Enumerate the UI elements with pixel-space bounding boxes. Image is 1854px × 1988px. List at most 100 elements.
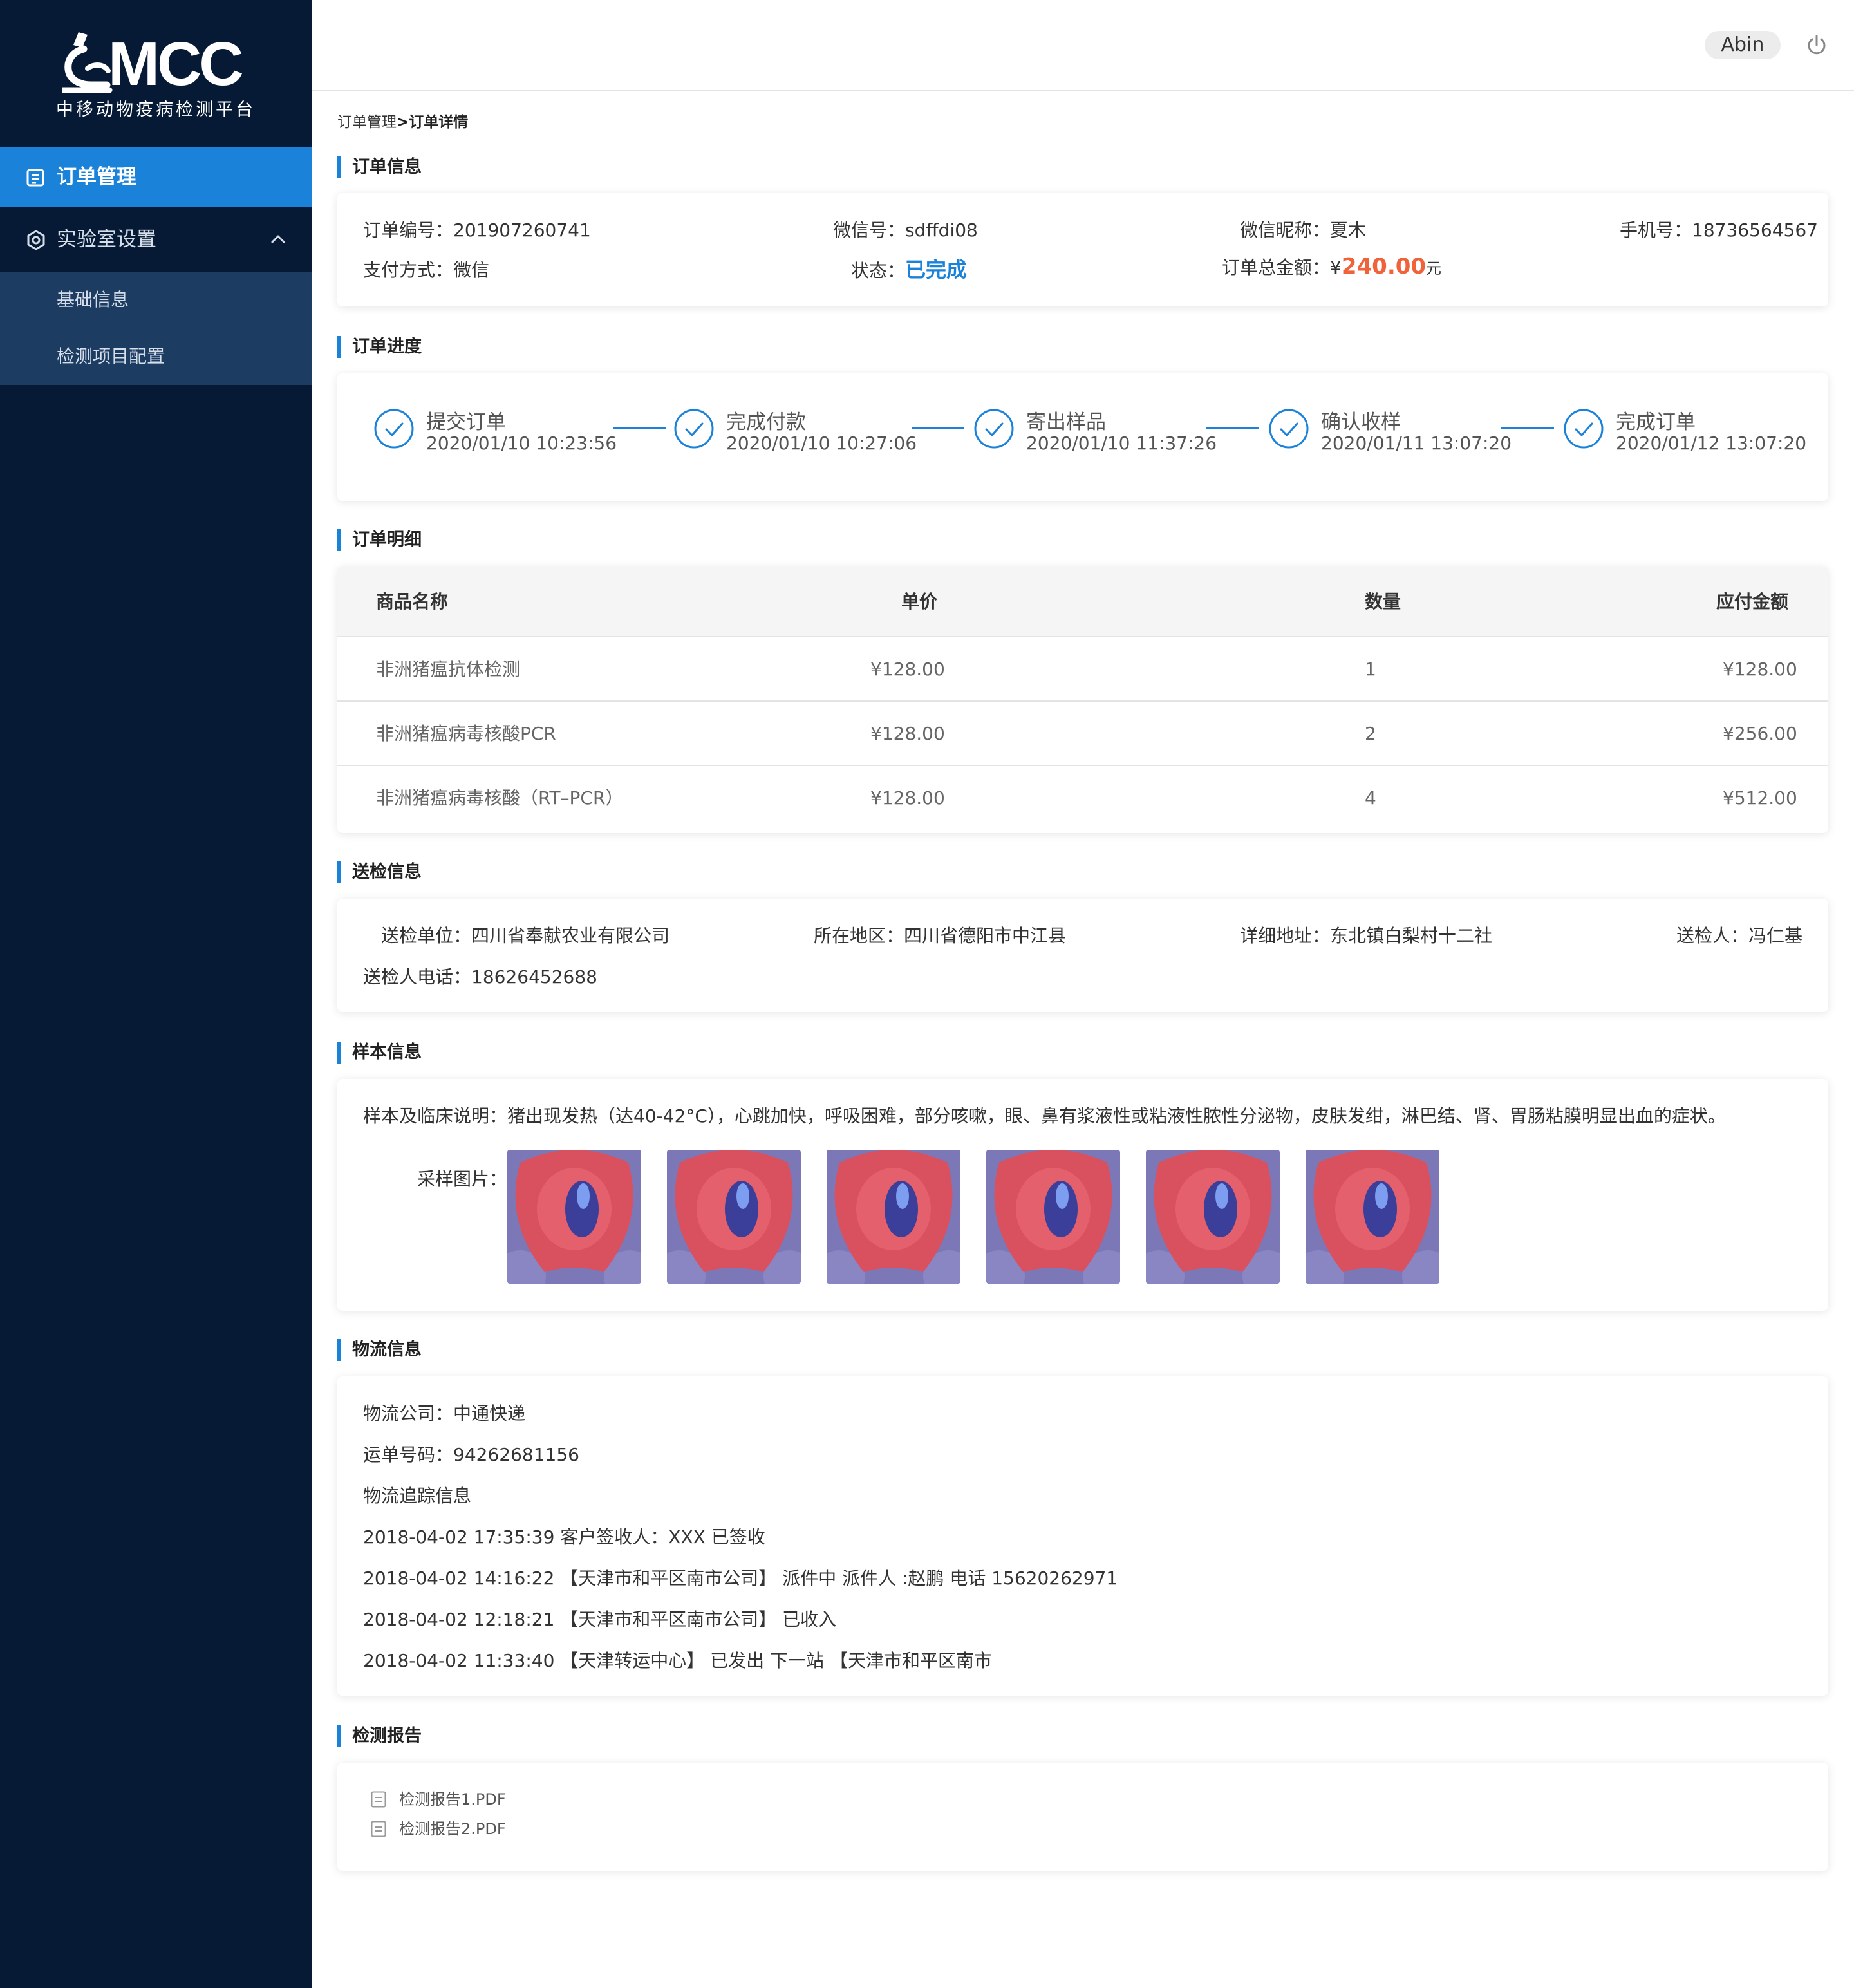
tracking-entry: 2018-04-02 11:33:40 【天津转运中心】 已发出 下一站 【天津… bbox=[363, 1650, 992, 1671]
column-header-name: 商品名称 bbox=[376, 591, 449, 612]
cell-name: 非洲猪瘟病毒核酸（RT–PCR） bbox=[376, 787, 624, 809]
cell-price: ¥128.00 bbox=[870, 659, 945, 680]
check-circle-icon bbox=[674, 409, 714, 449]
platform-name: 中移动物疫病检测平台 bbox=[56, 100, 256, 120]
detailed-address: 详细地址：东北镇白梨村十二社 bbox=[1240, 925, 1493, 946]
sample-image[interactable] bbox=[1146, 1150, 1280, 1284]
logo[interactable]: MCC 中移动物疫病检测平台 bbox=[0, 19, 312, 129]
step-name: 完成付款 bbox=[726, 411, 806, 434]
logistics-card: 物流公司：中通快递 运单号码：94262681156 物流追踪信息 2018-0… bbox=[337, 1376, 1828, 1696]
check-circle-icon bbox=[1269, 409, 1309, 449]
sample-image[interactable] bbox=[507, 1150, 641, 1284]
status-badge: 已完成 bbox=[905, 258, 968, 282]
sample-image[interactable] bbox=[827, 1150, 960, 1284]
sample-image[interactable] bbox=[1306, 1150, 1439, 1284]
nav-group-label: 实验室设置 bbox=[57, 228, 156, 251]
section-title-progress: 订单进度 bbox=[337, 336, 422, 358]
logistics-company: 物流公司：中通快递 bbox=[363, 1403, 526, 1424]
check-circle-icon bbox=[374, 409, 414, 449]
tracking-entry: 2018-04-02 17:35:39 客户签收人：XXX 已签收 bbox=[363, 1526, 765, 1548]
step-time: 2020/01/10 10:27:06 bbox=[726, 433, 917, 454]
file-icon bbox=[371, 1791, 386, 1808]
file-icon bbox=[371, 1821, 386, 1837]
order-status: 状态：已完成 bbox=[851, 258, 968, 282]
step-name: 寄出样品 bbox=[1026, 411, 1106, 434]
section-title-details: 订单明细 bbox=[337, 529, 422, 551]
column-header-qty: 数量 bbox=[1365, 591, 1401, 612]
nav-subitem-test-config[interactable]: 检测项目配置 bbox=[57, 328, 165, 385]
sidebar: MCC 中移动物疫病检测平台 订单管理 实验室设置 基础信息 检测项目配置 bbox=[0, 0, 312, 1988]
table-header: 商品名称 单价 数量 应付金额 bbox=[337, 567, 1828, 637]
tracking-entry: 2018-04-02 12:18:21 【天津市和平区南市公司】 已收入 bbox=[363, 1609, 837, 1630]
reports-card: 检测报告1.PDF 检测报告2.PDF bbox=[337, 1763, 1828, 1871]
step-time: 2020/01/10 11:37:26 bbox=[1026, 433, 1217, 454]
settings-icon bbox=[27, 230, 45, 250]
section-title-sample: 样本信息 bbox=[337, 1042, 422, 1064]
clinical-description: 样本及临床说明：猪出现发热（达40-42°C），心跳加快，呼吸困难，部分咳嗽，眼… bbox=[363, 1105, 1726, 1127]
step-connector bbox=[1501, 427, 1554, 429]
step-name: 完成订单 bbox=[1616, 411, 1696, 434]
nav-item-order-management[interactable]: 订单管理 bbox=[0, 147, 312, 207]
check-circle-icon bbox=[1564, 409, 1604, 449]
cell-qty: 2 bbox=[1365, 723, 1376, 744]
breadcrumb-separator: > bbox=[397, 114, 409, 131]
cell-price: ¥128.00 bbox=[870, 787, 945, 809]
cell-price: ¥128.00 bbox=[870, 723, 945, 744]
report-file-name[interactable]: 检测报告1.PDF bbox=[399, 1790, 506, 1809]
report-file-name[interactable]: 检测报告2.PDF bbox=[399, 1819, 506, 1839]
cell-qty: 4 bbox=[1365, 787, 1376, 809]
check-circle-icon bbox=[974, 409, 1014, 449]
user-menu[interactable]: Abin bbox=[1705, 31, 1781, 59]
step-time: 2020/01/10 10:23:56 bbox=[426, 433, 617, 454]
step-time: 2020/01/12 13:07:20 bbox=[1616, 433, 1807, 454]
top-bar bbox=[312, 0, 1854, 91]
cell-name: 非洲猪瘟抗体检测 bbox=[376, 659, 521, 680]
sample-info-card: 样本及临床说明：猪出现发热（达40-42°C），心跳加快，呼吸困难，部分咳嗽，眼… bbox=[337, 1079, 1828, 1311]
section-title-reports: 检测报告 bbox=[337, 1725, 422, 1747]
submitter-phone: 送检人电话：18626452688 bbox=[363, 966, 597, 988]
cell-name: 非洲猪瘟病毒核酸PCR bbox=[376, 723, 556, 744]
cell-qty: 1 bbox=[1365, 659, 1376, 680]
logo-text: MCC bbox=[108, 30, 242, 97]
order-progress-card: 提交订单 2020/01/10 10:23:56 完成付款 2020/01/10… bbox=[337, 373, 1828, 501]
order-number: 订单编号：201907260741 bbox=[363, 220, 591, 241]
wechat-nickname: 微信昵称：夏木 bbox=[1240, 220, 1367, 241]
step-connector bbox=[912, 427, 964, 429]
step-connector bbox=[1206, 427, 1259, 429]
table-row: 非洲猪瘟抗体检测 ¥128.00 1 ¥128.00 bbox=[337, 637, 1828, 702]
phone-number: 手机号：18736564567 bbox=[1620, 220, 1818, 241]
wechat-id: 微信号：sdffdi08 bbox=[833, 220, 978, 241]
waybill-number: 运单号码：94262681156 bbox=[363, 1444, 579, 1465]
table-row: 非洲猪瘟病毒核酸PCR ¥128.00 2 ¥256.00 bbox=[337, 702, 1828, 766]
step-name: 确认收样 bbox=[1321, 411, 1401, 434]
section-title-logistics: 物流信息 bbox=[337, 1339, 422, 1361]
step-time: 2020/01/11 13:07:20 bbox=[1321, 433, 1512, 454]
column-header-amount: 应付金额 bbox=[1716, 591, 1789, 612]
nav-subitem-basic-info[interactable]: 基础信息 bbox=[57, 272, 129, 328]
nav-item-label: 订单管理 bbox=[57, 165, 136, 189]
submitter: 送检人：冯仁基 bbox=[1676, 925, 1803, 946]
tracking-heading: 物流追踪信息 bbox=[363, 1485, 472, 1506]
sample-image[interactable] bbox=[986, 1150, 1120, 1284]
mcc-logo-icon: MCC bbox=[62, 30, 245, 97]
submission-info-card: 送检单位：四川省奉献农业有限公司 所在地区：四川省德阳市中江县 详细地址：东北镇… bbox=[337, 899, 1828, 1012]
payment-method: 支付方式：微信 bbox=[363, 259, 490, 281]
chevron-up-icon[interactable] bbox=[270, 233, 286, 245]
sample-image[interactable] bbox=[667, 1150, 801, 1284]
breadcrumb-current: 订单详情 bbox=[409, 114, 469, 131]
breadcrumb-parent[interactable]: 订单管理 bbox=[337, 114, 397, 131]
order-total: 订单总金额：¥240.00元 bbox=[1222, 254, 1442, 279]
step-name: 提交订单 bbox=[426, 411, 506, 434]
section-title-order-info: 订单信息 bbox=[337, 156, 422, 178]
cell-amount: ¥128.00 bbox=[1723, 659, 1797, 680]
power-icon[interactable] bbox=[1805, 33, 1828, 57]
region: 所在地区：四川省德阳市中江县 bbox=[814, 925, 1067, 946]
submitting-unit: 送检单位：四川省奉献农业有限公司 bbox=[381, 925, 670, 946]
section-title-submission: 送检信息 bbox=[337, 861, 422, 883]
cell-amount: ¥256.00 bbox=[1723, 723, 1797, 744]
nav-group-lab-settings[interactable]: 实验室设置 bbox=[0, 207, 312, 272]
table-row: 非洲猪瘟病毒核酸（RT–PCR） ¥128.00 4 ¥512.00 bbox=[337, 766, 1828, 830]
step-connector bbox=[613, 427, 666, 429]
tracking-entry: 2018-04-02 14:16:22 【天津市和平区南市公司】 派件中 派件人… bbox=[363, 1568, 1118, 1589]
order-details-table: 商品名称 单价 数量 应付金额 非洲猪瘟抗体检测 ¥128.00 1 ¥128.… bbox=[337, 567, 1828, 833]
